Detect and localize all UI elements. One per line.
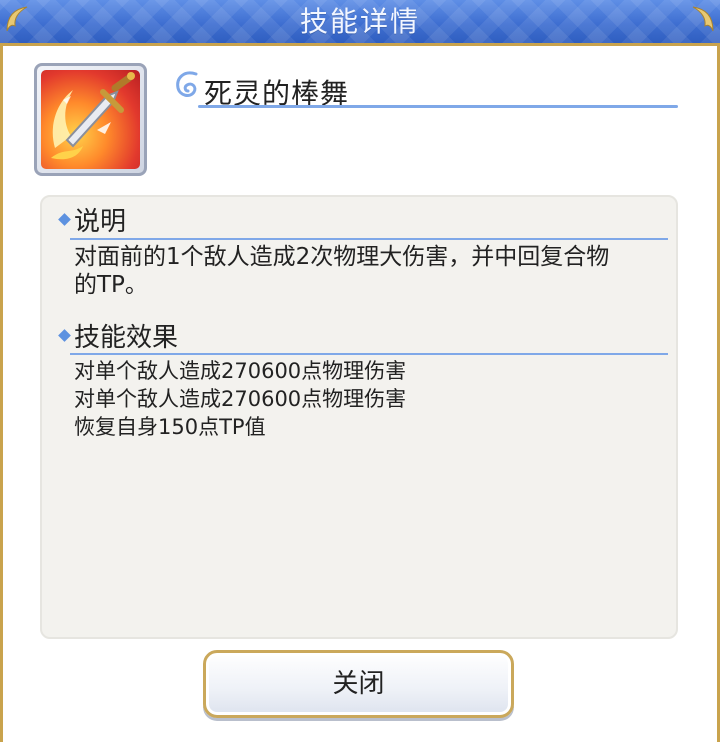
sword-fire-icon — [41, 70, 140, 169]
effects-heading-text: 技能效果 — [74, 323, 179, 353]
description-section: 说明 对面前的1个敌人造成2次物理大伤害，并中回复合物的TP。 — [58, 205, 668, 299]
skill-name-row: 死灵的棒舞 — [172, 66, 678, 112]
effects-divider — [70, 353, 668, 355]
effects-section: 技能效果 对单个敌人造成270600点物理伤害 对单个敌人造成270600点物理… — [58, 321, 668, 441]
diamond-bullet-icon — [58, 329, 71, 342]
corner-ornament-icon — [692, 6, 714, 32]
description-text: 对面前的1个敌人造成2次物理大伤害，并中回复合物的TP。 — [74, 244, 610, 298]
description-divider — [70, 238, 668, 240]
diamond-bullet-icon — [58, 213, 71, 226]
effect-line: 对单个敌人造成270600点物理伤害 — [74, 387, 407, 411]
description-heading: 说明 — [58, 205, 668, 239]
effect-line: 对单个敌人造成270600点物理伤害 — [74, 359, 407, 383]
skill-detail-dialog: 技能详情 死灵的棒舞 说明 对面前的1个敌人造成2次物理大伤害，并中回复合物的T… — [0, 0, 720, 742]
dialog-header: 技能详情 — [0, 0, 720, 46]
skill-info-panel[interactable]: 说明 对面前的1个敌人造成2次物理大伤害，并中回复合物的TP。 技能效果 对单个… — [40, 195, 678, 639]
dialog-title: 技能详情 — [299, 5, 420, 38]
frame-border-left — [0, 46, 3, 742]
swirl-ornament-icon — [176, 71, 198, 97]
description-heading-text: 说明 — [74, 207, 127, 237]
skill-name-underline — [198, 105, 678, 108]
effect-line: 恢复自身150点TP值 — [74, 415, 266, 439]
close-button[interactable]: 关闭 — [203, 650, 514, 718]
effects-heading: 技能效果 — [58, 321, 668, 355]
skill-icon-frame — [34, 63, 147, 176]
